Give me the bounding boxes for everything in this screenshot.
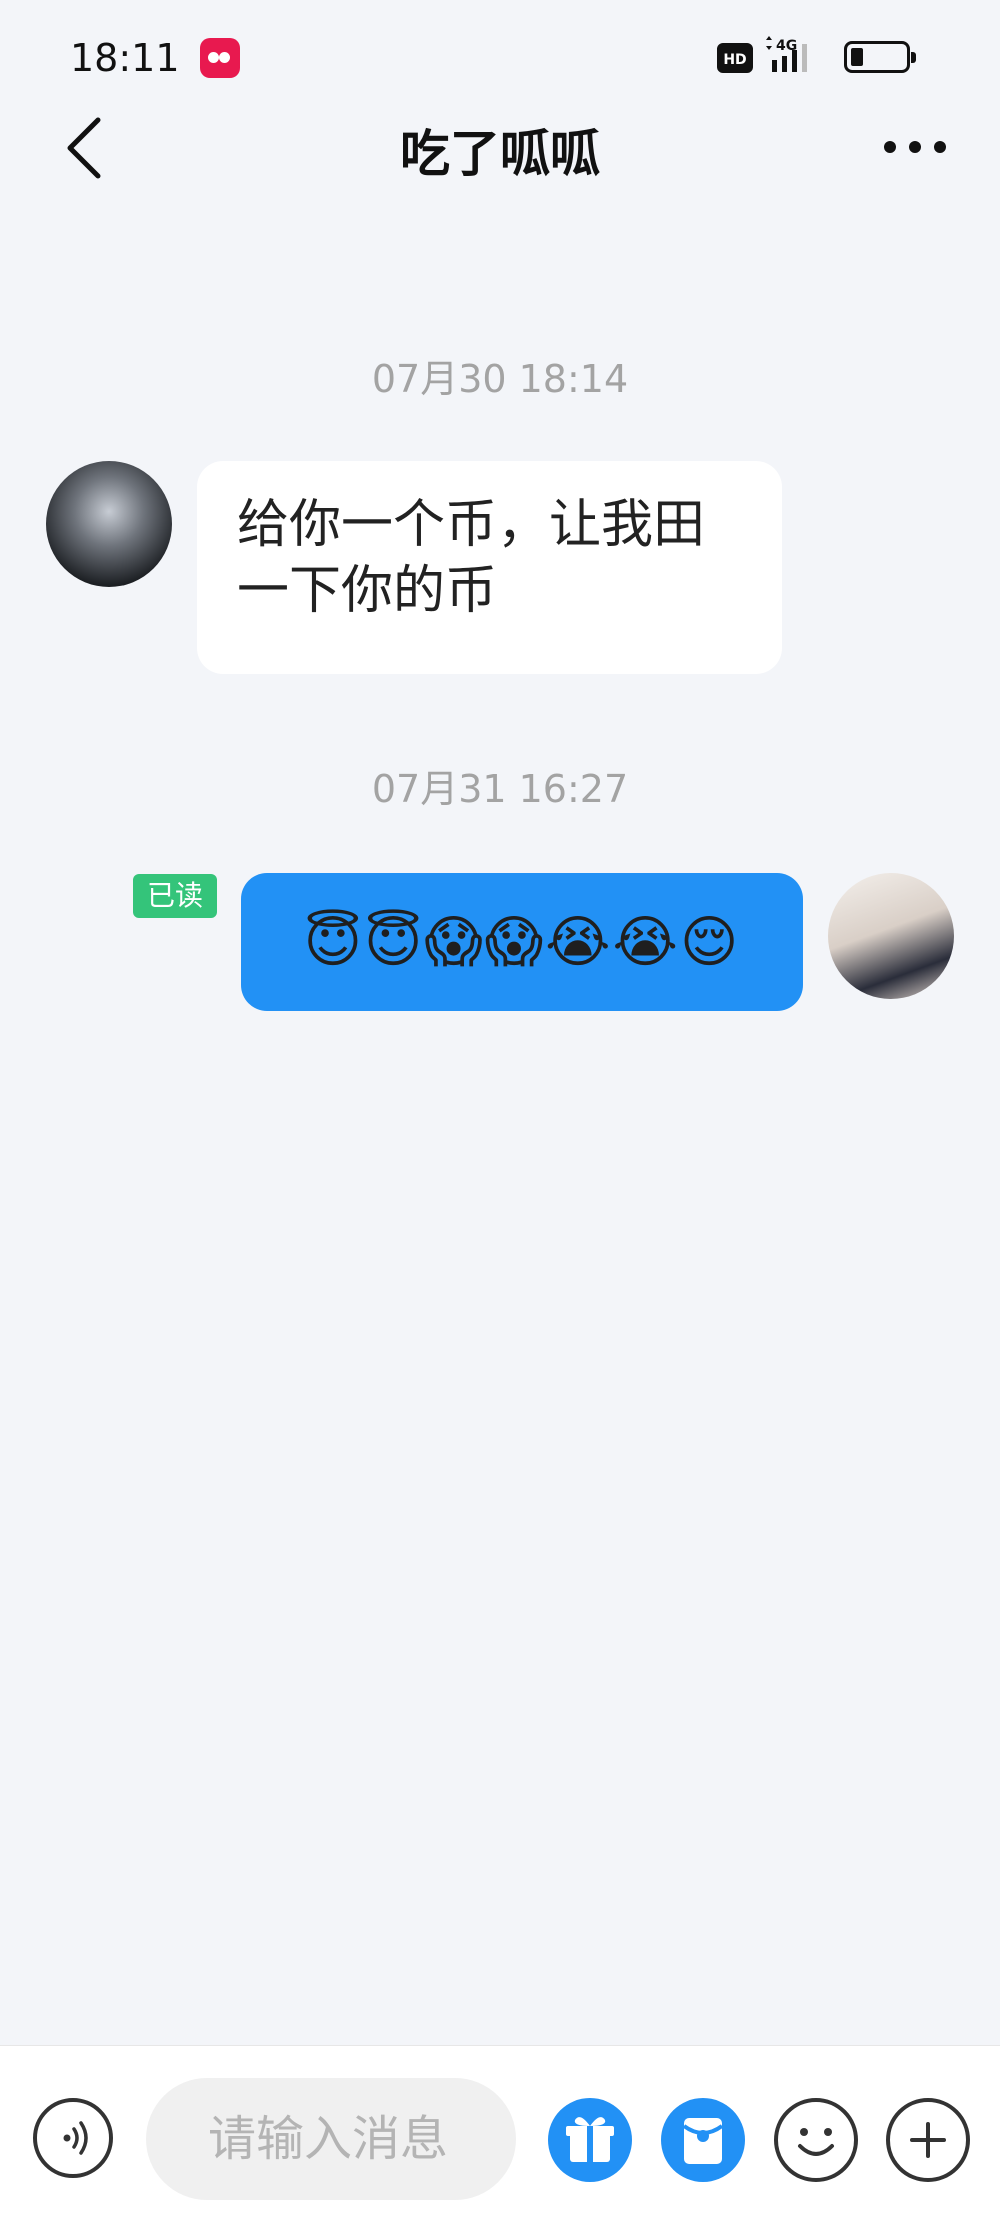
gift-icon bbox=[566, 2117, 614, 2162]
battery-icon bbox=[844, 41, 916, 73]
emoji-icon bbox=[798, 2128, 834, 2156]
contact-avatar[interactable] bbox=[46, 461, 172, 587]
read-status-badge: 已读 bbox=[133, 874, 217, 918]
more-button[interactable] bbox=[880, 132, 950, 162]
page-title: 吃了呱呱 bbox=[400, 125, 600, 183]
app-notification-icon bbox=[200, 38, 240, 78]
svg-text:HD: HD bbox=[723, 52, 746, 68]
message-timestamp: 07月30 18:14 bbox=[371, 357, 629, 401]
status-bar: 18:11 HD 4G bbox=[0, 0, 1000, 115]
hd-icon: HD bbox=[717, 43, 753, 73]
message-input[interactable] bbox=[146, 2078, 516, 2200]
voice-button[interactable] bbox=[33, 2098, 113, 2178]
outgoing-message-bubble[interactable]: 😇😇😱😱😭😭😌 bbox=[241, 873, 803, 1011]
plus-icon bbox=[910, 2122, 946, 2158]
signal-4g-icon: 4G bbox=[764, 36, 824, 76]
message-timestamp: 07月31 16:27 bbox=[371, 767, 629, 811]
emoji-button[interactable] bbox=[774, 2098, 858, 2182]
chat-header: 吃了呱呱 bbox=[0, 108, 1000, 188]
red-packet-icon bbox=[682, 2118, 724, 2164]
status-time: 18:11 bbox=[70, 36, 180, 80]
user-avatar[interactable] bbox=[828, 873, 954, 999]
composer-bar bbox=[0, 2045, 1000, 2233]
voice-icon bbox=[63, 2121, 88, 2155]
more-actions-button[interactable] bbox=[886, 2098, 970, 2182]
red-packet-button[interactable] bbox=[661, 2098, 745, 2182]
ellipsis-icon bbox=[884, 141, 946, 153]
incoming-message-bubble[interactable]: 给你一个币，让我田一下你的币 bbox=[197, 461, 782, 674]
gift-button[interactable] bbox=[548, 2098, 632, 2182]
